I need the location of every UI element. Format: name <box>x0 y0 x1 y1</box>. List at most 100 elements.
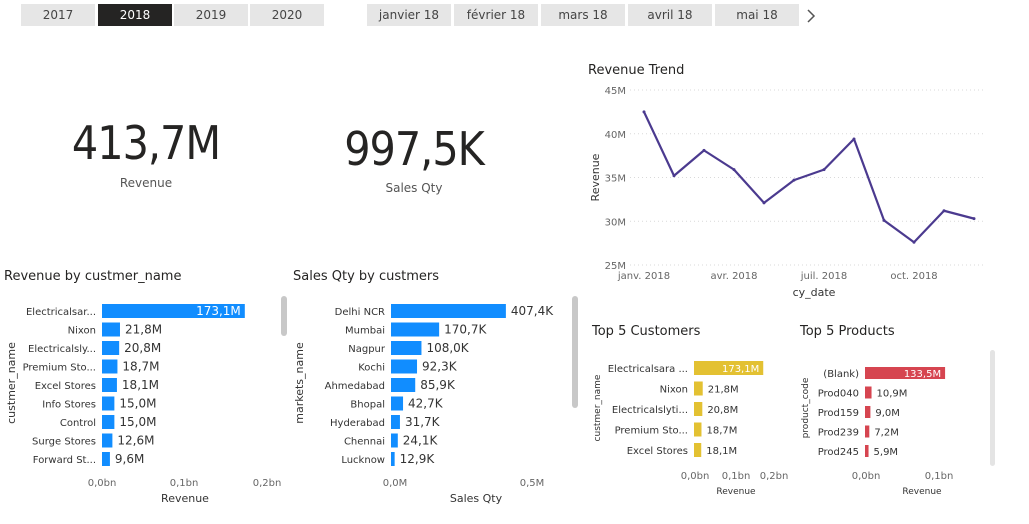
category-label: Forward St... <box>33 455 96 466</box>
bar <box>102 378 117 392</box>
bar <box>102 433 113 448</box>
category-label: Electricalsara ... <box>608 364 688 375</box>
year-tab-2019[interactable]: 2019 <box>174 4 248 26</box>
y-axis-title: markets_name <box>293 342 306 424</box>
x-axis-title: Sales Qty <box>450 492 503 505</box>
year-tab-2017[interactable]: 2017 <box>21 4 95 26</box>
x-tick-label: 0,2bn <box>253 478 282 489</box>
y-axis-title: Revenue <box>589 153 602 201</box>
month-tab[interactable]: mars 18 <box>541 4 625 26</box>
category-label: Chennai <box>344 437 385 448</box>
top-5-products-chart[interactable]: (Blank) 133,5M Prod040 10,9M Prod159 9,0M Prod… <box>796 345 992 505</box>
bar <box>865 425 870 438</box>
data-label: 407,4K <box>511 304 554 318</box>
line-point <box>792 178 796 182</box>
month-tab[interactable]: janvier 18 <box>367 4 451 26</box>
data-label: 18,7M <box>122 360 159 374</box>
sales-qty-by-customers-chart[interactable]: Delhi NCR 407,4K Mumbai 170,7K Nagpur 108,0K K… <box>290 290 572 512</box>
data-label: 7,2M <box>874 428 899 439</box>
sales-qty-by-customers-title: Sales Qty by custmers <box>293 269 440 284</box>
bar <box>391 433 398 448</box>
x-tick-label: janv. 2018 <box>617 271 670 282</box>
y-axis-title: product_code <box>801 377 811 438</box>
data-label: 20,8M <box>707 405 738 416</box>
x-tick-label: 0,1bn <box>170 478 199 489</box>
bar <box>865 406 871 418</box>
data-label: 15,0M <box>119 415 156 429</box>
line-point <box>912 240 916 244</box>
category-label: Premium Sto... <box>615 426 688 437</box>
x-axis-title: Revenue <box>716 487 756 497</box>
x-tick-label: 0,5M <box>520 478 545 489</box>
category-label: Prod245 <box>818 447 859 458</box>
chevron-right-icon[interactable] <box>803 6 819 26</box>
kpi-revenue-label: Revenue <box>119 176 173 190</box>
y-axis-title: custmer_name <box>593 374 603 441</box>
y-axis-title: custmer_name <box>5 342 18 424</box>
bar <box>391 378 416 392</box>
revenue-trend-chart[interactable]: 25M30M35M40M45Mjanv. 2018 avr. 2018 juil. … <box>586 80 996 302</box>
category-label: Nagpur <box>348 344 386 355</box>
x-axis-title: cy_date <box>793 286 836 299</box>
line-point <box>762 201 766 205</box>
top-5-customers-chart[interactable]: Electricalsara ... 173,1M Nixon 21,8M Electr… <box>588 345 788 505</box>
bar <box>102 359 118 374</box>
category-label: Lucknow <box>341 455 385 466</box>
category-label: Electricalsar... <box>26 307 96 318</box>
category-label: (Blank) <box>823 369 859 380</box>
revenue-trend-title: Revenue Trend <box>588 63 685 78</box>
bar <box>391 359 418 374</box>
data-label: 10,9M <box>877 389 908 400</box>
scrollbar[interactable] <box>990 350 995 466</box>
x-tick-label: juil. 2018 <box>800 271 847 282</box>
line-point <box>672 174 676 178</box>
data-label: 133,5M <box>904 369 941 380</box>
bar <box>102 415 115 429</box>
category-label: Nixon <box>660 385 688 396</box>
top-5-products-title: Top 5 Products <box>800 324 895 339</box>
data-label: 173,1M <box>196 304 241 318</box>
data-label: 21,8M <box>125 323 162 337</box>
data-label: 42,7K <box>408 397 444 411</box>
line-point <box>852 137 856 141</box>
scrollbar[interactable] <box>281 296 287 336</box>
line-point <box>942 209 946 213</box>
x-tick-label: 0,0bn <box>852 471 881 482</box>
y-tick-label: 30M <box>605 217 626 228</box>
data-label: 31,7K <box>405 415 441 429</box>
bar <box>694 381 703 396</box>
bar <box>865 386 872 399</box>
category-label: Info Stores <box>42 400 96 411</box>
month-tab[interactable]: mai 18 <box>715 4 799 26</box>
x-axis-title: Revenue <box>902 487 942 497</box>
bar <box>102 452 110 466</box>
category-label: Control <box>60 418 96 429</box>
bar <box>391 341 422 355</box>
scrollbar[interactable] <box>572 296 578 408</box>
bar <box>391 304 506 318</box>
month-tab[interactable]: avril 18 <box>628 4 712 26</box>
month-tab[interactable]: février 18 <box>454 4 538 26</box>
category-label: Kochi <box>358 363 385 374</box>
category-label: Electricalsly... <box>28 344 96 355</box>
line-point <box>642 110 646 114</box>
revenue-by-customer-chart[interactable]: Electricalsar... 173,1M Nixon 21,8M Electric… <box>0 290 282 512</box>
bar <box>391 452 395 466</box>
year-tab-2020[interactable]: 2020 <box>250 4 324 26</box>
revenue-line <box>643 111 975 244</box>
category-label: Delhi NCR <box>335 307 385 318</box>
category-label: Prod239 <box>818 428 859 439</box>
x-tick-label: 0,0M <box>383 478 408 489</box>
year-tab-2018[interactable]: 2018 <box>98 4 172 26</box>
bar <box>391 322 440 337</box>
line-point <box>732 168 736 172</box>
x-tick-label: 0,1bn <box>925 471 954 482</box>
bar <box>865 445 869 457</box>
data-label: 173,1M <box>722 364 759 375</box>
category-label: Nixon <box>68 326 96 337</box>
bar <box>102 396 115 411</box>
line-point <box>822 168 826 172</box>
category-label: Excel Stores <box>627 446 688 457</box>
data-label: 92,3K <box>422 360 458 374</box>
category-label: Premium Sto... <box>23 363 96 374</box>
